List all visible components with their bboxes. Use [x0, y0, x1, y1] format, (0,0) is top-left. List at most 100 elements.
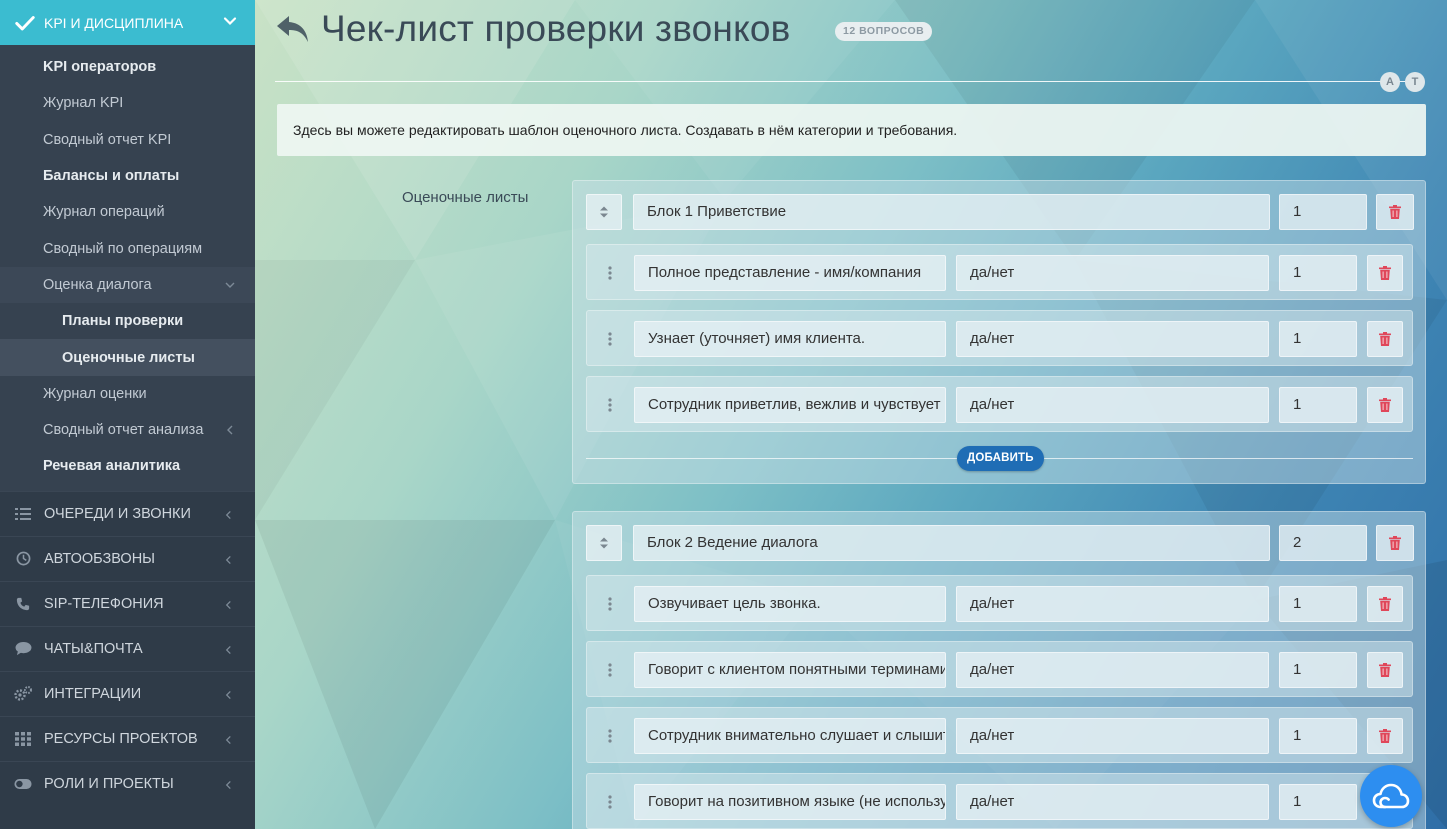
category-name-field[interactable]: Блок 1 Приветствие [633, 194, 1270, 230]
trash-icon [1379, 266, 1391, 280]
questions-count-badge: 12 ВОПРОСОВ [835, 22, 933, 41]
delete-requirement-button[interactable] [1367, 586, 1403, 622]
sidebar-section-queues[interactable]: ОЧЕРЕДИ И ЗВОНКИ [0, 490, 255, 536]
requirement-type-field[interactable]: да/нет [956, 652, 1269, 688]
requirement-row: Узнает (уточняет) имя клиента. да/нет 1 [586, 310, 1413, 366]
delete-requirement-button[interactable] [1367, 718, 1403, 754]
requirement-text-field[interactable]: Говорит на позитивном языке (не использу… [634, 784, 946, 820]
requirement-type-field[interactable]: да/нет [956, 255, 1269, 291]
delete-requirement-button[interactable] [1367, 321, 1403, 357]
sidebar-submenu: KPI операторов Журнал KPI Сводный отчет … [0, 45, 255, 491]
sidebar-section-chats[interactable]: ЧАТЫ&ПОЧТА [0, 625, 255, 671]
drag-handle-icon[interactable] [605, 265, 615, 281]
category-order-field[interactable]: 2 [1279, 525, 1367, 561]
sidebar-section-label: ОЧЕРЕДИ И ЗВОНКИ [44, 505, 191, 522]
cloud-chat-button[interactable] [1360, 765, 1422, 827]
requirement-type-field[interactable]: да/нет [956, 321, 1269, 357]
requirement-text-field[interactable]: Говорит с клиентом понятными терминами [634, 652, 946, 688]
sidebar-item-check-plans[interactable]: Планы проверки [0, 303, 255, 339]
requirement-type-field[interactable]: да/нет [956, 387, 1269, 423]
sidebar-item-dialog-evaluation[interactable]: Оценка диалога [0, 266, 255, 304]
requirement-row: Сотрудник приветлив, вежлив и чувствует … [586, 376, 1413, 432]
sidebar-section-sip[interactable]: SIP-ТЕЛЕФОНИЯ [0, 580, 255, 626]
sidebar-item-label: Речевая аналитика [43, 458, 181, 475]
drag-handle-icon[interactable] [605, 662, 615, 678]
sidebar-section-label: РЕСУРСЫ ПРОЕКТОВ [44, 730, 198, 747]
requirement-text-field[interactable]: Узнает (уточняет) имя клиента. [634, 321, 946, 357]
requirement-text-field[interactable]: Полное представление - имя/компания [634, 255, 946, 291]
requirement-text-field[interactable]: Озвучивает цель звонка. [634, 586, 946, 622]
trash-icon [1379, 729, 1391, 743]
delete-requirement-button[interactable] [1367, 387, 1403, 423]
requirement-row: Говорит на позитивном языке (не использу… [586, 773, 1413, 829]
delete-requirement-button[interactable] [1367, 652, 1403, 688]
chevron-left-icon [225, 555, 231, 564]
drag-handle-icon[interactable] [605, 794, 615, 810]
circle-t-button[interactable]: T [1405, 72, 1425, 92]
sidebar-item-kpi-summary[interactable]: Сводный отчет KPI [0, 122, 255, 158]
requirement-row: Полное представление - имя/компания да/н… [586, 244, 1413, 300]
back-arrow-icon[interactable] [275, 12, 311, 46]
drag-handle-icon[interactable] [605, 331, 615, 347]
requirement-weight-field[interactable]: 1 [1279, 652, 1357, 688]
sidebar-section-label: РОЛИ И ПРОЕКТЫ [44, 775, 174, 792]
sidebar-item-speech-analytics[interactable]: Речевая аналитика [0, 448, 255, 484]
category-order-field[interactable]: 1 [1279, 194, 1367, 230]
list-icon [14, 506, 32, 522]
requirement-text-field[interactable]: Сотрудник приветлив, вежлив и чувствует [634, 387, 946, 423]
drag-handle-icon[interactable] [605, 397, 615, 413]
circle-a-button[interactable]: A [1380, 72, 1400, 92]
sidebar-item-label: Балансы и оплаты [43, 168, 180, 185]
sidebar-item-kpi-operators[interactable]: KPI операторов [0, 49, 255, 85]
requirement-type-field[interactable]: да/нет [956, 586, 1269, 622]
sidebar-item-analysis-summary[interactable]: Сводный отчет анализа [0, 412, 255, 448]
requirement-weight-field[interactable]: 1 [1279, 255, 1357, 291]
sidebar-item-kpi-journal[interactable]: Журнал KPI [0, 85, 255, 121]
delete-category-button[interactable] [1376, 194, 1414, 230]
grid-icon [14, 731, 32, 747]
reorder-button[interactable] [586, 525, 622, 561]
requirement-weight-field[interactable]: 1 [1279, 387, 1357, 423]
sidebar-item-evaluation-journal[interactable]: Журнал оценки [0, 376, 255, 412]
trash-icon [1389, 205, 1401, 219]
header-divider [275, 81, 1415, 82]
sidebar-section-label: KPI И ДИСЦИПЛИНА [44, 14, 184, 31]
sort-icon [600, 537, 608, 549]
requirement-weight-field[interactable]: 1 [1279, 586, 1357, 622]
requirement-text-field[interactable]: Сотрудник внимательно слушает и слышит [634, 718, 946, 754]
sidebar-section-integrations[interactable]: ИНТЕГРАЦИИ [0, 670, 255, 716]
sidebar-item-balances[interactable]: Балансы и оплаты [0, 158, 255, 194]
sidebar-section-kpi[interactable]: KPI И ДИСЦИПЛИНА [0, 0, 255, 45]
sidebar-section-roles[interactable]: РОЛИ И ПРОЕКТЫ [0, 760, 255, 806]
drag-handle-icon[interactable] [605, 728, 615, 744]
drag-handle-icon[interactable] [605, 596, 615, 612]
trash-icon [1379, 663, 1391, 677]
delete-requirement-button[interactable] [1367, 255, 1403, 291]
sidebar-item-label: Оценка диалога [43, 276, 152, 293]
sidebar-item-label: Журнал KPI [43, 95, 124, 112]
trash-icon [1389, 536, 1401, 550]
sidebar-item-evaluation-sheets[interactable]: Оценочные листы [0, 339, 255, 376]
sidebar-item-label: Сводный по операциям [43, 240, 203, 257]
requirement-weight-field[interactable]: 1 [1279, 321, 1357, 357]
trash-icon [1379, 332, 1391, 346]
requirement-weight-field[interactable]: 1 [1279, 718, 1357, 754]
sidebar-item-operations-journal[interactable]: Журнал операций [0, 194, 255, 230]
check-icon [15, 15, 35, 30]
sidebar-item-label: Сводный отчет анализа [43, 422, 204, 439]
delete-category-button[interactable] [1376, 525, 1414, 561]
reorder-button[interactable] [586, 194, 622, 230]
sidebar-section-autocalls[interactable]: АВТООБЗВОНЫ [0, 535, 255, 581]
sidebar-item-operations-summary[interactable]: Сводный по операциям [0, 230, 255, 266]
category-name-field[interactable]: Блок 2 Ведение диалога [633, 525, 1270, 561]
requirement-type-field[interactable]: да/нет [956, 718, 1269, 754]
requirement-weight-field[interactable]: 1 [1279, 784, 1357, 820]
requirement-type-field[interactable]: да/нет [956, 784, 1269, 820]
sidebar-section-resources[interactable]: РЕСУРСЫ ПРОЕКТОВ [0, 715, 255, 761]
sidebar-item-label: Журнал оценки [43, 385, 147, 402]
chevron-down-icon [223, 17, 237, 26]
sidebar-section-label: ИНТЕГРАЦИИ [44, 685, 142, 702]
sort-icon [600, 206, 608, 218]
info-notice: Здесь вы можете редактировать шаблон оце… [277, 104, 1426, 156]
add-requirement-button[interactable]: ДОБАВИТЬ [957, 446, 1044, 471]
